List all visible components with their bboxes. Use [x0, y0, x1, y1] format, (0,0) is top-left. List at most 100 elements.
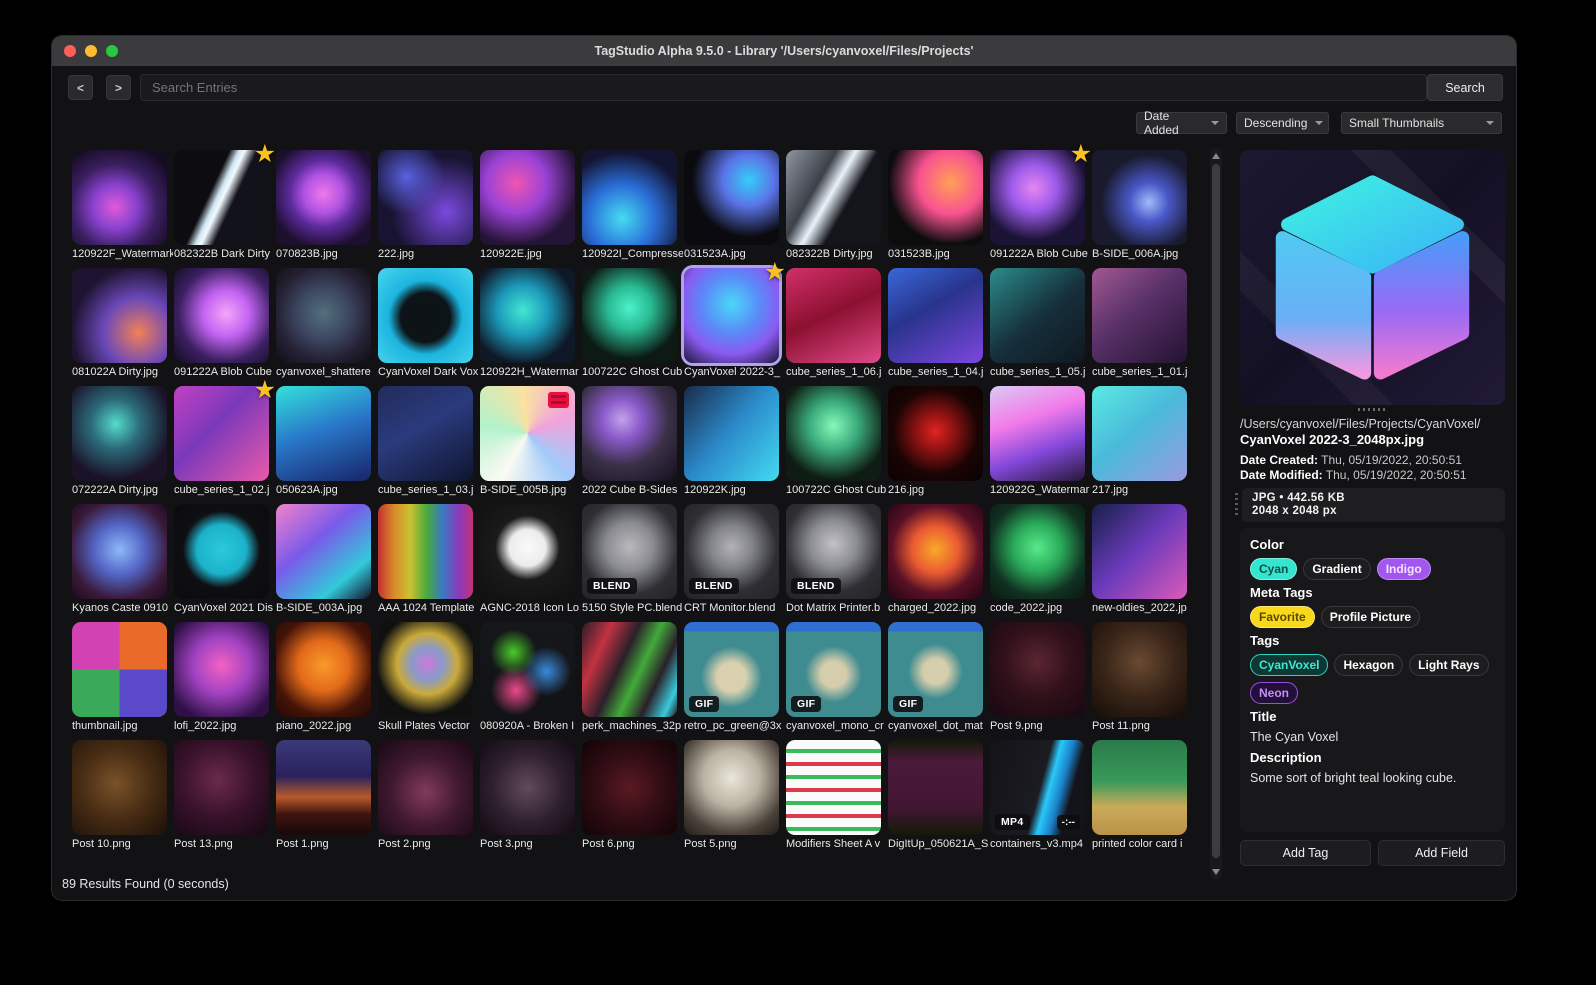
close-icon[interactable] [64, 45, 76, 57]
grid-item[interactable]: 120922G_Watermar [990, 386, 1089, 497]
sort-field-dropdown[interactable]: Date Added [1136, 109, 1227, 137]
grid-item[interactable]: BLEND Dot Matrix Printer.b [786, 504, 881, 615]
thumbnail-image[interactable] [582, 622, 677, 717]
window-titlebar[interactable]: TagStudio Alpha 9.5.0 - Library '/Users/… [52, 36, 1516, 66]
thumbnail-image[interactable] [174, 740, 269, 835]
grid-item[interactable]: 2022 Cube B-Sides [582, 386, 677, 497]
grid-item[interactable]: code_2022.jpg [990, 504, 1085, 615]
thumbnail-image[interactable] [72, 150, 167, 245]
thumbnail-image[interactable] [1092, 150, 1187, 245]
grid-item[interactable]: Kyanos Caste 0910 [72, 504, 168, 615]
thumbnail-image[interactable] [174, 150, 269, 245]
thumbnail-image[interactable] [888, 268, 983, 363]
thumbnail-image[interactable] [684, 268, 779, 363]
thumbnail-image[interactable] [276, 504, 371, 599]
thumbnail-image[interactable] [990, 622, 1085, 717]
grid-item[interactable]: cube_series_1_04.j [888, 268, 983, 379]
thumbnail-image[interactable] [786, 268, 881, 363]
thumbnail-image[interactable] [276, 268, 371, 363]
minimize-icon[interactable] [85, 45, 97, 57]
grid-item[interactable]: cyanvoxel_shattere [276, 268, 371, 379]
thumbnail-image[interactable] [174, 504, 269, 599]
thumbnail-image[interactable] [888, 150, 983, 245]
grid-item[interactable]: MP4 -:-- containers_v3.mp4 [990, 740, 1085, 851]
grid-item[interactable]: cube_series_1_03.j [378, 386, 473, 497]
thumbnail-image[interactable] [378, 504, 473, 599]
thumbnail-image[interactable] [174, 268, 269, 363]
thumbnail-image[interactable] [480, 268, 575, 363]
grid-item[interactable]: Skull Plates Vector [378, 622, 473, 733]
grid-item[interactable]: CyanVoxel Dark Vox [378, 268, 478, 379]
zoom-icon[interactable] [106, 45, 118, 57]
preview-resize-handle[interactable] [1240, 408, 1505, 412]
thumbnail-image[interactable] [480, 150, 575, 245]
grid-item[interactable]: 031523A.jpg [684, 150, 779, 261]
thumbnail-image[interactable] [684, 150, 779, 245]
tag-chip[interactable]: Neon [1250, 682, 1298, 704]
tag-chip[interactable]: Profile Picture [1320, 606, 1421, 628]
grid-item[interactable]: Post 6.png [582, 740, 677, 851]
tag-chip[interactable]: Cyan [1250, 558, 1298, 580]
thumbnail-image[interactable]: BLEND [582, 504, 677, 599]
forward-button[interactable]: > [106, 75, 131, 100]
info-drag-handle[interactable] [1235, 493, 1238, 517]
title-value[interactable]: The Cyan Voxel [1250, 730, 1495, 744]
search-input[interactable] [140, 74, 1427, 101]
thumbnail-image[interactable] [174, 622, 269, 717]
grid-item[interactable]: Post 11.png [1092, 622, 1187, 733]
thumbnail-image[interactable] [378, 268, 473, 363]
grid-item[interactable]: GIF retro_pc_green@3x [684, 622, 781, 733]
thumbnail-image[interactable] [1092, 268, 1187, 363]
grid-item[interactable]: 120922E.jpg [480, 150, 575, 261]
grid-item[interactable]: lofi_2022.jpg [174, 622, 269, 733]
grid-item[interactable]: Post 10.png [72, 740, 167, 851]
tag-chip[interactable]: CyanVoxel [1250, 654, 1329, 676]
grid-item[interactable]: cube_series_1_05.j [990, 268, 1085, 379]
grid-item[interactable]: 050623A.jpg [276, 386, 371, 497]
thumbnail-image[interactable] [990, 150, 1085, 245]
thumbnail-image[interactable] [990, 504, 1085, 599]
grid-item[interactable]: 222.jpg [378, 150, 473, 261]
thumbnail-image[interactable]: MP4 -:-- [990, 740, 1085, 835]
grid-item[interactable]: AGNC-2018 Icon Lo [480, 504, 579, 615]
thumbnail-image[interactable] [582, 150, 677, 245]
thumbnail-image[interactable]: BLEND [786, 504, 881, 599]
thumbnail-image[interactable] [72, 504, 167, 599]
thumbnail-image[interactable]: GIF [786, 622, 881, 717]
thumbnail-image[interactable] [990, 268, 1085, 363]
grid-item[interactable]: 120922K.jpg [684, 386, 779, 497]
grid-item[interactable]: 082322B Dirty.jpg [786, 150, 881, 261]
grid-item[interactable]: thumbnail.jpg [72, 622, 167, 733]
grid-item[interactable]: charged_2022.jpg [888, 504, 983, 615]
grid-item[interactable]: 070823B.jpg [276, 150, 371, 261]
tag-chip[interactable]: Favorite [1250, 606, 1315, 628]
grid-item[interactable]: perk_machines_32p [582, 622, 681, 733]
thumbnail-image[interactable] [480, 504, 575, 599]
thumbnail-image[interactable] [1092, 386, 1187, 481]
thumbnail-image[interactable] [582, 740, 677, 835]
thumbnail-image[interactable] [888, 504, 983, 599]
grid-item[interactable]: B-SIDE_003A.jpg [276, 504, 371, 615]
thumbnail-image[interactable] [378, 622, 473, 717]
grid-item[interactable]: 120922H_Watermar [480, 268, 579, 379]
grid-item[interactable]: CyanVoxel 2021 Dis [174, 504, 273, 615]
tag-chip[interactable]: Hexagon [1334, 654, 1404, 676]
thumbnail-image[interactable] [72, 740, 167, 835]
add-tag-button[interactable]: Add Tag [1240, 840, 1371, 866]
grid-scrollbar[interactable] [1210, 148, 1222, 880]
grid-item[interactable]: AAA 1024 Template [378, 504, 474, 615]
thumbnail-image[interactable] [378, 386, 473, 481]
sort-direction-dropdown[interactable]: Descending [1236, 112, 1329, 134]
scrollbar-thumb[interactable] [1212, 164, 1220, 858]
grid-item[interactable]: Post 1.png [276, 740, 371, 851]
thumbnail-image[interactable] [990, 386, 1085, 481]
grid-item[interactable]: printed color card i [1092, 740, 1187, 851]
grid-item[interactable]: new-oldies_2022.jp [1092, 504, 1187, 615]
grid-item[interactable]: 080920A - Broken I [480, 622, 575, 733]
tag-chip[interactable]: Indigo [1376, 558, 1431, 580]
tag-chip[interactable]: Light Rays [1409, 654, 1489, 676]
grid-item[interactable]: Modifiers Sheet A v [786, 740, 881, 851]
thumbnail-image[interactable] [276, 386, 371, 481]
thumbnail-image[interactable] [1092, 504, 1187, 599]
thumbnail-image[interactable] [480, 740, 575, 835]
